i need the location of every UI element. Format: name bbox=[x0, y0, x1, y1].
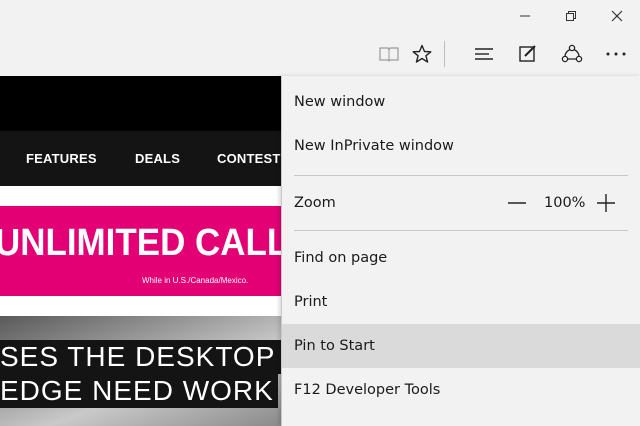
zoom-value: 100% bbox=[544, 195, 586, 211]
reading-view-button[interactable] bbox=[371, 36, 407, 72]
web-note-button[interactable] bbox=[510, 36, 546, 72]
article-headline-line1: SES THE DESKTOP TO bbox=[0, 340, 282, 374]
banner-note: While in U.S./Canada/Mexico. bbox=[142, 276, 249, 285]
site-nav: FEATURES DEALS CONTESTS bbox=[0, 131, 282, 186]
menu-item-label: Print bbox=[294, 294, 328, 310]
article-headline-line2: EDGE NEED WORK bbox=[0, 374, 278, 408]
menu-item-label: New InPrivate window bbox=[294, 138, 454, 154]
minimize-button[interactable] bbox=[502, 0, 548, 32]
reading-view-icon bbox=[379, 47, 399, 62]
nav-item-deals[interactable]: DEALS bbox=[135, 131, 180, 186]
menu-item-developer-tools[interactable]: F12 Developer Tools bbox=[282, 368, 640, 412]
menu-item-print[interactable]: Print bbox=[282, 280, 640, 324]
menu-item-label: Find on page bbox=[294, 250, 388, 266]
menu-item-new-inprivate-window[interactable]: New InPrivate window bbox=[282, 124, 640, 168]
web-note-icon bbox=[519, 45, 536, 62]
favorites-star-icon bbox=[412, 44, 432, 63]
more-actions-icon bbox=[606, 52, 626, 56]
article-image[interactable]: SES THE DESKTOP TO EDGE NEED WORK bbox=[0, 316, 282, 426]
menu-item-pin-to-start[interactable]: Pin to Start bbox=[282, 324, 640, 368]
zoom-out-button[interactable] bbox=[501, 181, 533, 225]
toolbar bbox=[0, 32, 640, 76]
toolbar-separator bbox=[444, 41, 445, 67]
hub-icon bbox=[475, 48, 493, 60]
share-button[interactable] bbox=[554, 36, 590, 72]
menu-item-label: Pin to Start bbox=[294, 338, 375, 354]
more-actions-menu: New window New InPrivate window Zoom 100… bbox=[281, 76, 640, 426]
menu-item-label: New window bbox=[294, 94, 386, 110]
plus-icon bbox=[597, 194, 615, 212]
menu-item-find-on-page[interactable]: Find on page bbox=[282, 236, 640, 280]
menu-item-new-window[interactable]: New window bbox=[282, 80, 640, 124]
restore-button[interactable] bbox=[548, 0, 594, 32]
minus-icon bbox=[508, 202, 526, 204]
zoom-in-button[interactable] bbox=[590, 181, 622, 225]
minimize-icon bbox=[520, 15, 530, 17]
menu-separator bbox=[294, 175, 628, 176]
nav-item-features[interactable]: FEATURES bbox=[26, 131, 97, 186]
promo-banner[interactable]: UNLIMITED CALLS While in U.S./Canada/Mex… bbox=[0, 206, 282, 296]
menu-item-zoom: Zoom 100% bbox=[282, 181, 640, 225]
more-actions-button[interactable] bbox=[598, 36, 634, 72]
favorites-button[interactable] bbox=[404, 36, 440, 72]
hub-button[interactable] bbox=[466, 36, 502, 72]
banner-headline: UNLIMITED CALLS bbox=[0, 222, 282, 264]
zoom-label: Zoom bbox=[294, 195, 336, 211]
close-button[interactable] bbox=[594, 0, 640, 32]
restore-icon bbox=[566, 11, 576, 21]
nav-item-contests[interactable]: CONTESTS bbox=[217, 131, 282, 186]
web-page: FEATURES DEALS CONTESTS UNLIMITED CALLS … bbox=[0, 76, 282, 426]
menu-item-label: F12 Developer Tools bbox=[294, 382, 441, 398]
site-header bbox=[0, 76, 282, 131]
close-icon bbox=[611, 10, 623, 22]
share-icon bbox=[561, 44, 583, 63]
menu-separator bbox=[294, 230, 628, 231]
title-bar bbox=[0, 0, 640, 32]
